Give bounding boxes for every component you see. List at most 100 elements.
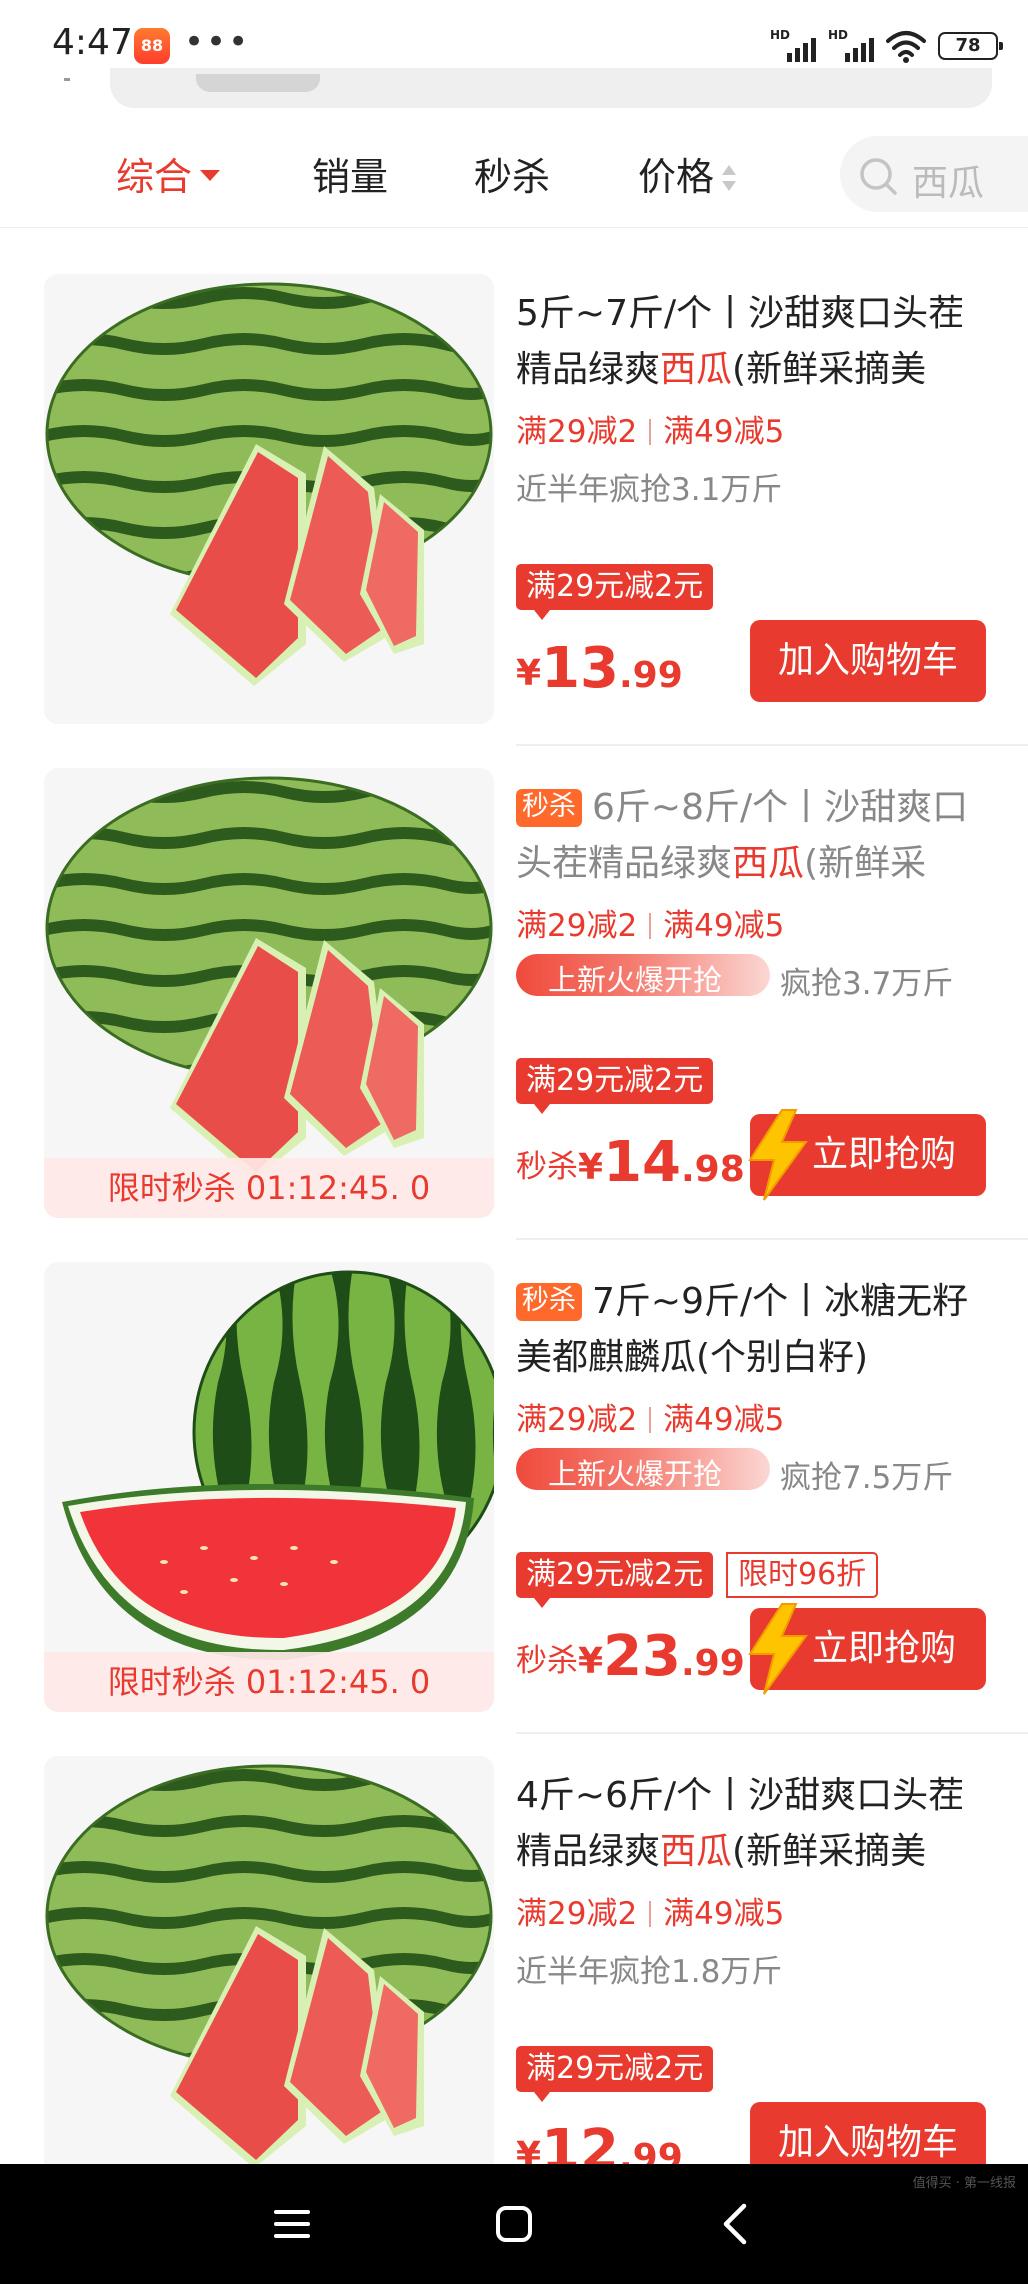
price-label: 秒杀 xyxy=(516,1149,578,1185)
watermelon-illustration xyxy=(45,1764,493,2168)
caret-down-icon xyxy=(200,170,221,181)
menu-icon[interactable] xyxy=(268,2200,316,2248)
price-currency: ¥ xyxy=(578,1641,604,1682)
product-title[interactable]: 秒杀 6斤~8斤/个丨沙甜爽口头茬精品绿爽西瓜(新鲜采 xyxy=(516,780,996,896)
lightning-icon xyxy=(748,1603,808,1695)
divider xyxy=(516,1238,1028,1240)
coupon-tag: 满29元减2元 xyxy=(516,1058,714,1114)
promo-tag-1: 满29减2 xyxy=(516,1402,638,1438)
buy-now-button[interactable]: 立即抢购 xyxy=(748,1109,986,1201)
product-title-text-2: (新鲜采摘美 xyxy=(732,349,927,390)
product-title[interactable]: 4斤~6斤/个丨沙甜爽口头茬精品绿爽西瓜(新鲜采摘美 xyxy=(516,1768,996,1884)
product-title-keyword: 西瓜 xyxy=(660,349,733,390)
promo-tag-1: 满29减2 xyxy=(516,1896,638,1932)
price-decimal: .99 xyxy=(619,655,683,696)
product-title-text: 7斤~9斤/个丨冰糖无籽美都麒麟瓜(个别白籽) xyxy=(516,1281,969,1378)
product-title[interactable]: 秒杀 7斤~9斤/个丨冰糖无籽美都麒麟瓜(个别白籽) xyxy=(516,1274,996,1390)
buy-now-label: 立即抢购 xyxy=(812,1134,957,1175)
price: 秒杀¥14.98 xyxy=(516,1130,745,1195)
promo-tags: 满29减2 满49减5 xyxy=(516,900,784,945)
product-image[interactable] xyxy=(44,274,494,724)
tab-label: 秒杀 xyxy=(474,155,551,199)
promo-tags: 满29减2 满49减5 xyxy=(516,1394,784,1439)
buy-now-label: 立即抢购 xyxy=(812,1628,957,1669)
search-icon xyxy=(860,158,897,195)
tab-label: 综合 xyxy=(116,155,193,199)
signal-icon-2: HD xyxy=(828,28,874,64)
tab-sales[interactable]: 销量 xyxy=(312,146,388,201)
product-card[interactable]: 限时秒杀 01:12:45. 0 秒杀 6斤~8斤/个丨沙甜爽口头茬精品绿爽西瓜(… xyxy=(0,768,1028,1262)
search-placeholder: 西瓜 xyxy=(912,163,985,204)
tab-price[interactable]: 价格 xyxy=(638,146,738,201)
hot-new-label: 上新火爆开抢 xyxy=(548,1457,723,1491)
tab-label: 销量 xyxy=(312,155,389,199)
app-notification-icon: 88 xyxy=(134,28,170,64)
search-bar-remnant-pill xyxy=(196,74,320,92)
more-notifications-icon: ••• xyxy=(184,22,251,62)
price-integer: 23 xyxy=(603,1624,681,1689)
promo-tag-1: 满29减2 xyxy=(516,414,638,450)
home-icon[interactable] xyxy=(490,2200,538,2248)
product-card[interactable]: 5斤~7斤/个丨沙甜爽口头茬精品绿爽西瓜(新鲜采摘美 满29减2 满49减5 近半… xyxy=(0,274,1028,768)
divider xyxy=(516,744,1028,746)
flash-sale-countdown: 限时秒杀 01:12:45. 0 xyxy=(44,1158,494,1218)
system-navigation-bar xyxy=(0,2164,1028,2284)
price-label: 秒杀 xyxy=(516,1643,578,1679)
status-time: 4:47 xyxy=(52,22,133,63)
flash-sale-badge: 秒杀 xyxy=(516,789,582,827)
price-currency: ¥ xyxy=(578,1147,604,1188)
price-integer: 13 xyxy=(541,636,619,701)
product-title[interactable]: 5斤~7斤/个丨沙甜爽口头茬精品绿爽西瓜(新鲜采摘美 xyxy=(516,286,996,402)
scroll-remnant-mark xyxy=(64,78,70,81)
buy-now-button[interactable]: 立即抢购 xyxy=(748,1603,986,1695)
product-card[interactable]: 限时秒杀 01:12:45. 0 秒杀 7斤~9斤/个丨冰糖无籽美都麒麟瓜(个别白… xyxy=(0,1262,1028,1756)
filter-search-box[interactable]: 西瓜 xyxy=(840,136,1028,212)
promo-tag-2: 满49减5 xyxy=(663,908,785,944)
price-currency: ¥ xyxy=(516,653,542,694)
divider xyxy=(516,1732,1028,1734)
sales-count: 疯抢7.5万斤 xyxy=(780,1460,954,1496)
tab-label: 价格 xyxy=(638,155,715,199)
filter-bar: 综合 销量 秒杀 价格 西瓜 xyxy=(0,128,1028,228)
add-to-cart-button[interactable]: 加入购物车 xyxy=(750,620,986,702)
battery-icon: 78 xyxy=(938,32,1003,60)
flash-sale-countdown: 限时秒杀 01:12:45. 0 xyxy=(44,1652,494,1712)
product-title-text-2: (新鲜采摘美 xyxy=(732,1831,927,1872)
product-title-keyword: 西瓜 xyxy=(660,1831,733,1872)
product-image[interactable] xyxy=(44,1756,494,2206)
coupon-tag: 满29元减2元 xyxy=(516,564,714,620)
watermelon-illustration xyxy=(45,282,493,686)
coupon-tag: 满29元减2元 xyxy=(516,2046,714,2102)
sales-count: 近半年疯抢3.1万斤 xyxy=(516,472,783,508)
product-title-keyword: 西瓜 xyxy=(732,843,805,884)
price-integer: 14 xyxy=(603,1130,681,1195)
sales-count: 近半年疯抢1.8万斤 xyxy=(516,1954,783,1990)
product-title-text-2: (新鲜采 xyxy=(804,843,927,884)
promo-tags: 满29减2 满49减5 xyxy=(516,406,784,451)
hot-new-pill: 上新火爆开抢 xyxy=(516,1448,770,1491)
promo-tags: 满29减2 满49减5 xyxy=(516,1888,784,1933)
signal-icon: HD xyxy=(770,28,816,64)
sales-count: 疯抢3.7万斤 xyxy=(780,966,954,1002)
price-decimal: .99 xyxy=(681,1643,745,1684)
promo-tag-2: 满49减5 xyxy=(663,414,785,450)
tab-flash-sale[interactable]: 秒杀 xyxy=(474,146,550,201)
tab-comprehensive[interactable]: 综合 xyxy=(116,146,221,201)
flash-sale-badge: 秒杀 xyxy=(516,1283,582,1321)
hot-new-label: 上新火爆开抢 xyxy=(548,963,723,997)
hot-new-pill: 上新火爆开抢 xyxy=(516,954,770,997)
status-indicators: HD HD 78 xyxy=(770,26,1003,66)
wifi-icon xyxy=(886,31,926,63)
watermark: 值得买 · 第一线报 xyxy=(912,2176,1016,2191)
coupon-tag: 满29元减2元 xyxy=(516,1552,714,1608)
product-image[interactable]: 限时秒杀 01:12:45. 0 xyxy=(44,768,494,1218)
discount-tag: 限时96折 xyxy=(726,1552,879,1598)
price: 秒杀¥23.99 xyxy=(516,1624,745,1689)
product-image[interactable]: 限时秒杀 01:12:45. 0 xyxy=(44,1262,494,1712)
promo-tag-2: 满49减5 xyxy=(663,1896,785,1932)
back-icon[interactable] xyxy=(712,2200,760,2248)
price: ¥13.99 xyxy=(516,636,683,701)
promo-tag-2: 满49减5 xyxy=(663,1402,785,1438)
watermelon-illustration xyxy=(62,1270,494,1661)
sort-icon xyxy=(722,164,737,191)
